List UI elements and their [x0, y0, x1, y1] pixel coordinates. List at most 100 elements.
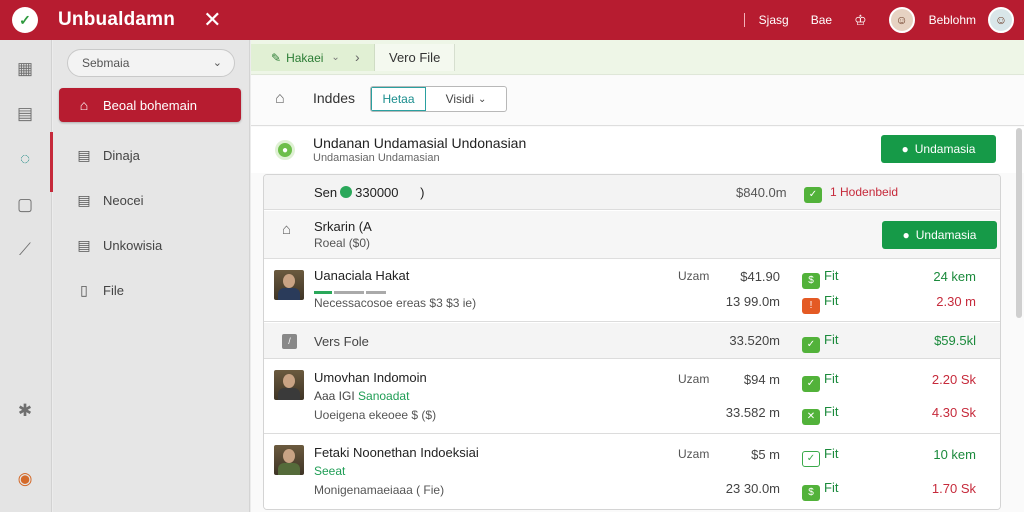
avatar[interactable]: ☺ [888, 7, 915, 33]
chevron-down-icon: ⌄ [331, 52, 340, 63]
top-bar: ✓ Unbualdamn ✕ Sjasg Bae ♔ ☺ Beblohm ☺ [0, 0, 1024, 40]
flag-label: Fit [824, 480, 839, 495]
check-icon: ✓ [804, 184, 822, 203]
item-amount: 2.20 Sk [931, 372, 976, 387]
link-icon[interactable]: ⟋ [14, 239, 36, 261]
status-badge: 1 Hodenbeid [830, 185, 899, 199]
top-nav-item[interactable]: Bae [811, 13, 832, 27]
file-icon: / [282, 334, 297, 349]
sidebar-item-4[interactable]: ▯ File [59, 273, 241, 307]
record-title: Undanan Undamasial Undonasian [313, 135, 527, 151]
group-subtitle: Roeal ($0) [314, 236, 371, 250]
table-row[interactable]: Umovhan Indomoin Aaa IGI Sanoadat Uoeige… [264, 360, 1000, 434]
breadcrumb-item-1[interactable]: Vero File [375, 44, 456, 71]
main-content: ✎ Hakaei ⌄ › Vero File ⌂ Inddes Hetaa Vi… [251, 40, 1024, 512]
top-nav-item[interactable]: Sjasg [759, 13, 789, 27]
item-code: Aaa IGI [314, 389, 355, 403]
item-description: Monigenamaeiaaa ( Fie) [314, 483, 445, 497]
coin-icon [340, 186, 353, 198]
chevron-down-icon: ⌄ [212, 57, 222, 69]
user-name[interactable]: Beblohm [929, 13, 976, 27]
sidebar-item-label: Unkowisia [103, 237, 163, 253]
item-flag[interactable]: ✕ Fit [802, 404, 838, 425]
sidebar-item-label: File [103, 282, 124, 298]
document-icon: ▤ [77, 236, 91, 253]
building-icon: ⌂ [275, 90, 285, 107]
item-title: Umovhan Indomoin [314, 370, 427, 385]
check-icon: ✓ [802, 450, 820, 467]
document-icon[interactable]: ▤ [14, 103, 36, 125]
icon-rail: ▦ ▤ ◌ ▢ ⟋ ✱ ◉ [0, 40, 53, 512]
item-amount: 10 kem [933, 447, 976, 462]
document-icon: ▤ [77, 191, 91, 208]
sidebar-item-label: Dinaja [103, 147, 140, 163]
gear-icon[interactable]: ✱ [14, 400, 36, 422]
flag-label: Fit [824, 332, 839, 347]
item-amount: 2.30 m [936, 294, 976, 309]
item-amount: 24 kem [933, 269, 976, 284]
check-icon: $ [802, 272, 820, 289]
table-row[interactable]: Fetaki Noonethan Indoeksiai Seeat Monige… [264, 435, 1000, 509]
summary-prefix: Sen [314, 185, 338, 200]
workspace-select[interactable]: Sebmaia ⌄ [67, 49, 235, 77]
item-flag[interactable]: ! Fit [802, 293, 838, 314]
close-icon[interactable]: ✕ [203, 9, 221, 31]
item-price: $41.90 [740, 269, 780, 284]
item-title: Vers Fole [314, 334, 369, 349]
sidebar-item-3[interactable]: ▤ Unkowisia [59, 228, 241, 262]
item-photo [274, 445, 304, 475]
item-flag[interactable]: ✓ Fit [802, 371, 838, 392]
profile-avatar[interactable]: ☺ [988, 7, 1014, 33]
sidebar-item-label: Beoal bohemain [103, 97, 197, 113]
item-flag[interactable]: $ Fit [802, 268, 838, 289]
check-icon: ● [902, 228, 910, 242]
check-icon: ✓ [802, 336, 820, 353]
divider [743, 13, 745, 27]
flag-label: Fit [824, 268, 839, 283]
summary-amount: $840.0m [736, 185, 787, 200]
alert-icon: ! [802, 297, 820, 314]
view-switch[interactable]: Hetaa Visidi ⌄ [370, 86, 507, 112]
sidebar-item-label: Neocei [103, 192, 144, 208]
breadcrumb: ✎ Hakaei ⌄ › Vero File [251, 40, 1024, 75]
item-subtitle: Aaa IGI Sanoadat [314, 389, 409, 403]
item-price: 13 99.0m [725, 294, 780, 309]
dashboard-icon[interactable]: ▦ [14, 58, 36, 80]
view-option-label: Visidi [445, 92, 475, 106]
item-title: Uanaciala Hakat [314, 268, 410, 283]
group-action-button[interactable]: ● Undamasia [882, 221, 997, 249]
sidebar-item-0[interactable]: ⌂ Beoal bohemain [59, 88, 241, 122]
item-unit: Uzam [678, 269, 710, 283]
check-icon: ✓ [802, 375, 820, 392]
breadcrumb-label: Vero File [389, 50, 441, 65]
summary-suffix: ) [420, 185, 425, 200]
primary-action-button[interactable]: ● Undamasia [881, 135, 996, 163]
item-flag[interactable]: $ Fit [802, 480, 838, 501]
item-price: 23 30.0m [725, 481, 780, 496]
table-row[interactable]: / Vers Fole 33.520m ✓ Fit $59.5kl [264, 323, 1000, 359]
sidebar-item-2[interactable]: ▤ Neocei [59, 183, 241, 217]
chat-icon[interactable]: ◌ [14, 148, 36, 170]
item-amount: 1.70 Sk [931, 481, 976, 496]
item-flag[interactable]: ✓ Fit [802, 332, 838, 353]
check-icon: $ [802, 484, 820, 501]
building-icon: ⌂ [79, 97, 89, 113]
help-icon[interactable]: ◉ [14, 468, 36, 490]
breadcrumb-label: Hakaei [286, 50, 324, 65]
item-flag[interactable]: ✓ Fit [802, 446, 838, 467]
app-title: Unbualdamn [58, 9, 176, 30]
app-logo[interactable]: ✓ [12, 7, 38, 33]
view-option-dropdown[interactable]: Visidi ⌄ [426, 87, 506, 111]
summary-total: Sen 330000 ) [314, 185, 425, 200]
sidebar-item-1[interactable]: ▤ Dinaja [59, 138, 241, 172]
bell-icon[interactable]: ♔ [854, 12, 867, 29]
leaf-icon: ● [275, 140, 295, 160]
check-icon: ✕ [802, 408, 820, 425]
table-row[interactable]: Uanaciala Hakat Necessacosoe ereas $3 $3… [264, 260, 1000, 322]
view-option-active[interactable]: Hetaa [371, 87, 426, 111]
file-icon: ▯ [80, 281, 88, 298]
item-tags [314, 284, 404, 295]
folder-icon[interactable]: ▢ [14, 194, 36, 216]
scrollbar[interactable] [1016, 128, 1022, 318]
section-title: Inddes [313, 90, 356, 106]
